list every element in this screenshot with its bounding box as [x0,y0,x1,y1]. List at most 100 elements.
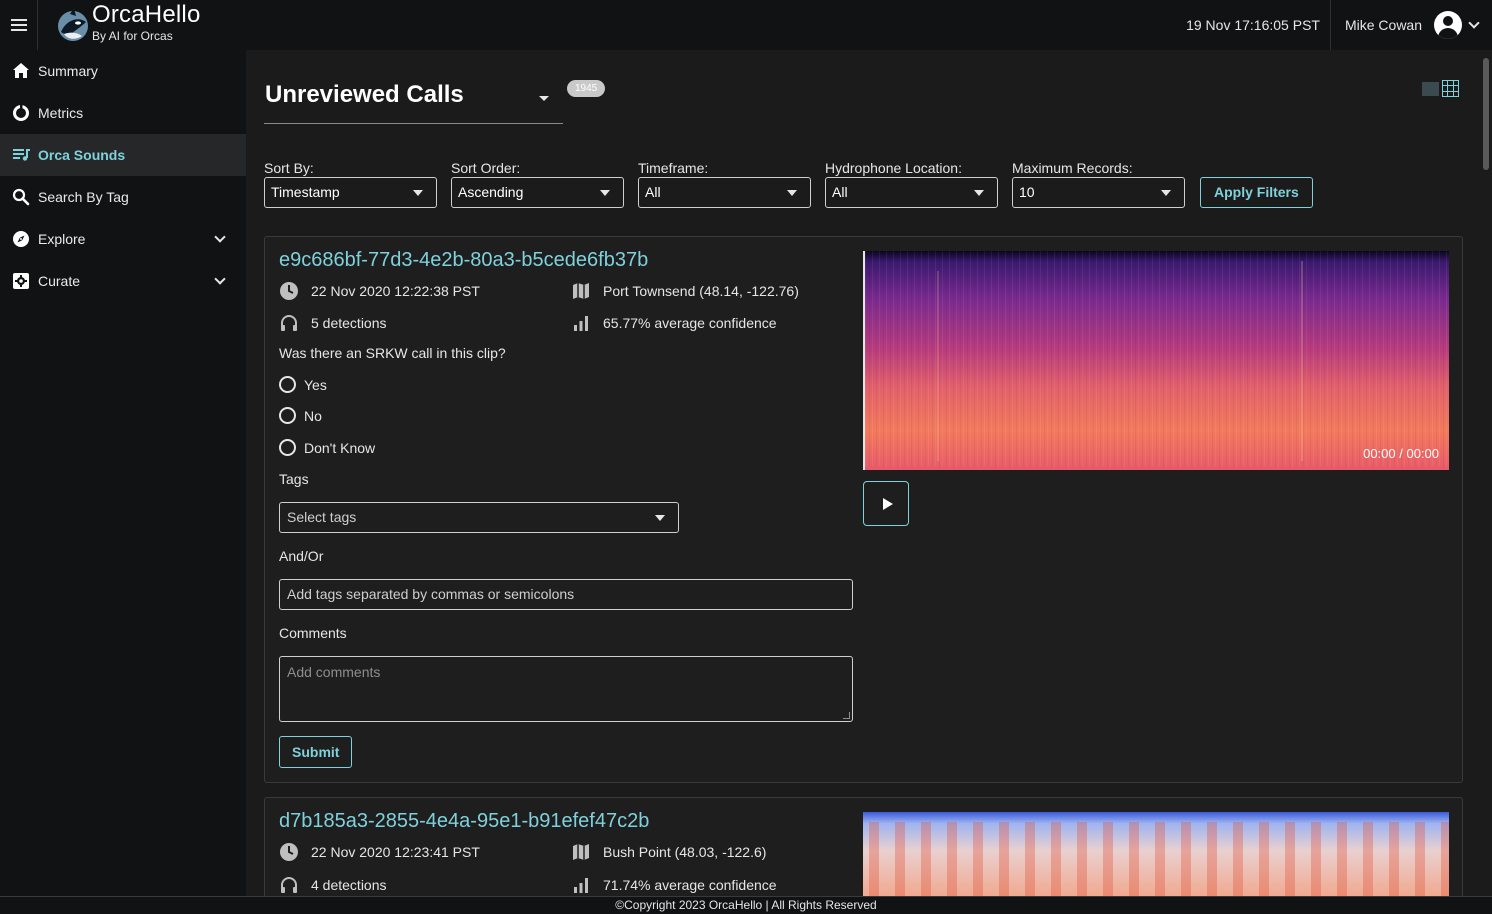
home-icon [12,62,30,80]
detection-location: Port Townsend (48.14, -122.76) [603,283,799,299]
hamburger-icon [10,19,27,31]
sort-order-value: Ascending [458,184,524,200]
tags-placeholder: Select tags [287,509,357,525]
timestamp-meta: 22 Nov 2020 12:22:38 PST [279,281,480,301]
location-meta: Bush Point (48.03, -122.6) [571,842,766,862]
sort-order-label: Sort Order: [451,160,521,176]
hydrophone-value: All [832,184,848,200]
page-scrollbar[interactable] [1480,50,1492,896]
spectrogram-image [865,251,1449,470]
timeframe-value: All [645,184,661,200]
sidebar-item-search-by-tag[interactable]: Search By Tag [0,176,246,218]
sidebar-item-summary[interactable]: Summary [0,50,246,92]
radio-yes[interactable]: Yes [279,376,327,393]
menu-toggle-button[interactable] [0,0,38,50]
caret-down-icon [539,96,549,101]
sidebar-item-label: Summary [38,63,98,79]
chevron-down-icon [214,231,226,243]
submit-button[interactable]: Submit [279,736,353,768]
comments-placeholder: Add comments [287,664,381,680]
footer: ©Copyright 2023 OrcaHello | All Rights R… [0,896,1492,914]
orca-logo-icon [58,8,88,41]
account-circle-icon [1434,11,1462,39]
max-records-value: 10 [1019,184,1035,200]
clock-icon [279,842,299,862]
caret-down-icon [655,515,665,521]
spectrogram-player[interactable] [863,812,1449,906]
detection-card: d7b185a3-2855-4e4a-95e1-b91efef47c2b 22 … [264,797,1463,907]
comments-textarea[interactable]: Add comments [279,656,853,722]
confidence-meta: 65.77% average confidence [571,313,777,333]
search-icon [12,188,30,206]
top-app-bar: OrcaHello By AI for Orcas 19 Nov 17:16:0… [0,0,1492,50]
radio-no[interactable]: No [279,407,322,424]
tags-select[interactable]: Select tags [279,502,679,533]
max-records-filter: Maximum Records: 10 [1012,160,1185,208]
compass-icon [12,230,30,248]
chevron-down-icon [1468,17,1480,29]
main-content: Unreviewed Calls 1945 Sort By: Timestamp… [246,50,1492,907]
sidebar-item-label: Search By Tag [38,189,129,205]
map-icon [571,842,591,862]
max-records-select[interactable]: 10 [1012,177,1185,208]
brand[interactable]: OrcaHello By AI for Orcas [56,0,201,50]
apply-filters-button[interactable]: Apply Filters [1200,177,1313,208]
tags-text-input[interactable]: Add tags separated by commas or semicolo… [279,579,853,610]
average-confidence: 71.74% average confidence [603,877,777,893]
max-records-label: Maximum Records: [1012,160,1133,176]
detection-card: e9c686bf-77d3-4e2b-80a3-b5cede6fb37b 22 … [264,236,1463,783]
tags-label: Tags [279,471,309,487]
count-badge: 1945 [567,80,606,97]
sort-order-select[interactable]: Ascending [451,177,624,208]
sidebar-item-explore[interactable]: Explore [0,218,246,260]
caret-down-icon [787,190,797,196]
sidebar-item-orca-sounds[interactable]: Orca Sounds [0,134,246,176]
srkw-question: Was there an SRKW call in this clip? [279,345,506,361]
confidence-meta: 71.74% average confidence [571,875,777,895]
spectrogram-player[interactable]: 00:00 / 00:00 [863,251,1449,470]
radio-dont-know[interactable]: Don't Know [279,439,375,456]
comments-label: Comments [279,625,347,641]
sort-by-filter: Sort By: Timestamp [264,160,437,208]
list-view-icon[interactable] [1422,81,1439,96]
detections-meta: 4 detections [279,875,387,895]
hydrophone-select[interactable]: All [825,177,998,208]
page-title: Unreviewed Calls [265,81,464,108]
average-confidence: 65.77% average confidence [603,315,777,331]
timeframe-select[interactable]: All [638,177,811,208]
sort-by-value: Timestamp [271,184,340,200]
sidebar-item-label: Explore [38,231,86,247]
playlist-icon [12,146,30,164]
detection-count: 5 detections [311,315,387,331]
sidebar-item-curate[interactable]: Curate [0,260,246,302]
detection-count: 4 detections [311,877,387,893]
sort-by-label: Sort By: [264,160,314,176]
sidebar-item-label: Metrics [38,105,84,121]
clock-icon [279,281,299,301]
sidebar-item-metrics[interactable]: Metrics [0,92,246,134]
bar-chart-icon [571,875,591,895]
location-meta: Port Townsend (48.14, -122.76) [571,281,799,301]
hydrophone-filter: Hydrophone Location: All [825,160,998,208]
user-menu[interactable]: Mike Cowan [1331,11,1492,39]
detection-id-link[interactable]: d7b185a3-2855-4e4a-95e1-b91efef47c2b [279,810,649,833]
brand-subtitle: By AI for Orcas [92,28,173,43]
detection-id-link[interactable]: e9c686bf-77d3-4e2b-80a3-b5cede6fb37b [279,249,648,272]
radio-label: Yes [304,376,327,393]
radio-circle-icon [279,376,296,393]
play-icon [882,497,893,510]
grid-view-icon[interactable] [1442,80,1459,97]
play-button[interactable] [863,481,909,526]
view-selector[interactable]: Unreviewed Calls [264,78,563,124]
bar-chart-icon [571,313,591,333]
view-toggle [1422,80,1459,97]
resize-grip-icon[interactable] [843,712,850,719]
sidebar-item-label: Orca Sounds [38,147,126,163]
detection-location: Bush Point (48.03, -122.6) [603,844,767,860]
caret-down-icon [600,190,610,196]
sidebar: Summary Metrics Orca Sounds Search By Ta… [0,50,246,896]
scrollbar-thumb[interactable] [1483,58,1489,170]
radio-circle-icon [279,407,296,424]
caret-down-icon [974,190,984,196]
sort-by-select[interactable]: Timestamp [264,177,437,208]
